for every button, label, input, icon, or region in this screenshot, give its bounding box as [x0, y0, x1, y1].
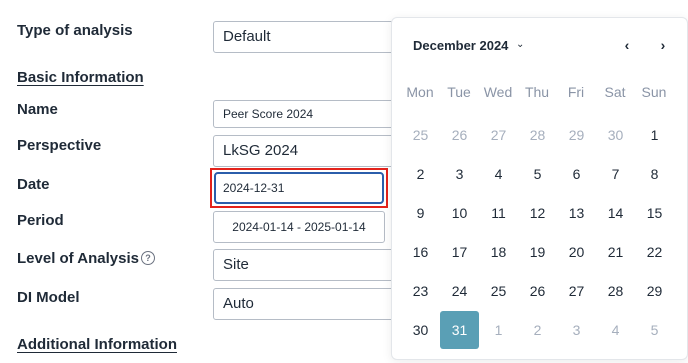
calendar-day[interactable]: 1	[479, 311, 518, 349]
period-input[interactable]: 2024-01-14 - 2025-01-14	[213, 211, 385, 243]
weekday-label: Mon	[406, 84, 434, 100]
di-model-select[interactable]: Auto	[213, 288, 403, 320]
weekday-label: Sun	[641, 84, 667, 100]
calendar-day[interactable]: 18	[479, 233, 518, 271]
calendar-day[interactable]: 20	[557, 233, 596, 271]
calendar-day[interactable]: 7	[596, 155, 635, 193]
calendar-day[interactable]: 29	[635, 272, 674, 310]
additional-information-heading: Additional Information	[17, 336, 177, 353]
calendar-day[interactable]: 28	[596, 272, 635, 310]
perspective-select[interactable]: LkSG 2024	[213, 135, 403, 167]
weekday-label: Fri	[567, 84, 585, 100]
weekday-label: Wed	[483, 84, 513, 100]
calendar-day[interactable]: 26	[518, 272, 557, 310]
calendar-day[interactable]: 25	[401, 116, 440, 154]
calendar-day[interactable]: 5	[518, 155, 557, 193]
calendar-day[interactable]: 30	[401, 311, 440, 349]
calendar-day[interactable]: 21	[596, 233, 635, 271]
calendar-day[interactable]: 26	[440, 116, 479, 154]
calendar-day[interactable]: 10	[440, 194, 479, 232]
date-input-highlight: 2024-12-31	[210, 168, 388, 208]
calendar-day[interactable]: 19	[518, 233, 557, 271]
calendar-day[interactable]: 2	[401, 155, 440, 193]
level-of-analysis-select[interactable]: Site	[213, 249, 403, 281]
calendar-day[interactable]: 24	[440, 272, 479, 310]
calendar-day[interactable]: 8	[635, 155, 674, 193]
calendar-day[interactable]: 23	[401, 272, 440, 310]
date-picker-popup: December 2024 ⌄ ‹ › Mon Tue Wed Thu Fri Sat Su…	[391, 17, 688, 360]
chevron-left-icon[interactable]: ‹	[619, 35, 635, 55]
calendar-day[interactable]: 22	[635, 233, 674, 271]
calendar-day[interactable]: 11	[479, 194, 518, 232]
calendar-day[interactable]: 30	[596, 116, 635, 154]
calendar-day[interactable]: 4	[479, 155, 518, 193]
name-label: Name	[17, 101, 58, 118]
calendar-day[interactable]: 15	[635, 194, 674, 232]
name-input[interactable]: Peer Score 2024	[213, 100, 403, 128]
calendar-day[interactable]: 2	[518, 311, 557, 349]
calendar-day[interactable]: 29	[557, 116, 596, 154]
level-of-analysis-label: Level of Analysis	[17, 250, 139, 267]
weekday-label: Sat	[604, 84, 626, 100]
basic-information-heading: Basic Information	[17, 69, 144, 86]
calendar-day[interactable]: 14	[596, 194, 635, 232]
period-label: Period	[17, 212, 64, 229]
calendar-day[interactable]: 27	[479, 116, 518, 154]
analysis-form-page: Type of analysis Default Basic Informati…	[0, 0, 688, 363]
calendar-day[interactable]: 9	[401, 194, 440, 232]
calendar-day-selected[interactable]: 31	[440, 311, 479, 349]
date-label: Date	[17, 176, 50, 193]
calendar-day[interactable]: 17	[440, 233, 479, 271]
type-of-analysis-label: Type of analysis	[17, 22, 133, 39]
calendar-day[interactable]: 4	[596, 311, 635, 349]
perspective-label: Perspective	[17, 137, 102, 154]
calendar-day[interactable]: 27	[557, 272, 596, 310]
calendar-day[interactable]: 5	[635, 311, 674, 349]
help-circle-icon[interactable]: ?	[141, 251, 155, 265]
calendar-day[interactable]: 12	[518, 194, 557, 232]
di-model-label: DI Model	[17, 289, 80, 306]
date-input[interactable]: 2024-12-31	[214, 172, 384, 204]
weekday-label: Thu	[524, 84, 550, 100]
calendar-day[interactable]: 16	[401, 233, 440, 271]
month-year-label[interactable]: December 2024	[413, 38, 508, 53]
calendar-day[interactable]: 28	[518, 116, 557, 154]
calendar-day[interactable]: 3	[557, 311, 596, 349]
type-of-analysis-select[interactable]: Default	[213, 21, 403, 53]
chevron-right-icon[interactable]: ›	[655, 35, 671, 55]
calendar-day[interactable]: 3	[440, 155, 479, 193]
calendar-day[interactable]: 1	[635, 116, 674, 154]
weekday-label: Tue	[447, 84, 471, 100]
calendar-day[interactable]: 13	[557, 194, 596, 232]
calendar-day[interactable]: 25	[479, 272, 518, 310]
calendar-day[interactable]: 6	[557, 155, 596, 193]
chevron-down-icon[interactable]: ⌄	[516, 39, 524, 50]
